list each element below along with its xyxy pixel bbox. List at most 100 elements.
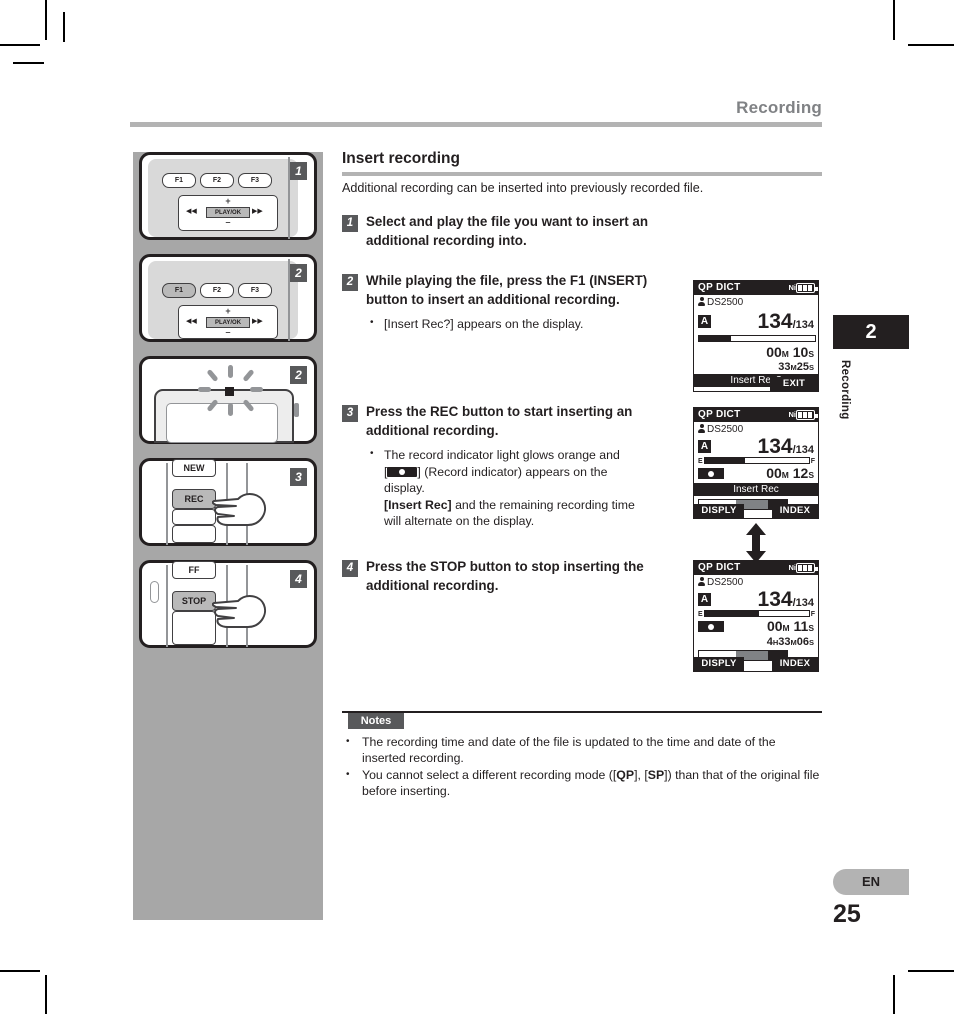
lcd-time-sub: 33M25S — [778, 360, 814, 375]
battery-indicator: Ni — [788, 283, 818, 294]
device-rail-left — [166, 565, 168, 647]
lcd-screen-3: QP DICT Ni DS2500 A 134/134 E F 00M 11S … — [693, 560, 819, 672]
record-indicator-glyph — [387, 466, 418, 477]
step-2: 2 While playing the file, press the F1 (… — [342, 272, 682, 333]
mode-qp-label: QP — [616, 768, 635, 782]
volume-plus-label: + — [225, 196, 231, 206]
notes-rule — [342, 711, 822, 713]
softkey-disply[interactable]: DISPLY — [694, 504, 744, 518]
step-bullet-text: [Insert Rec?] appears on the display. — [384, 317, 584, 331]
person-icon — [698, 297, 705, 306]
step-bullet: The record indicator light glows orange … — [366, 446, 682, 530]
file-total: /134 — [792, 444, 814, 456]
position-bar — [704, 610, 810, 617]
folder-badge: A — [698, 440, 711, 453]
lcd-softkey-row: DISPLY INDEX — [694, 504, 818, 518]
illustration-2-f1: F1 F2 F3 + PLAY/OK – ◀◀ ▶▶ 2 — [139, 254, 317, 342]
button-f1[interactable]: F1 — [162, 173, 196, 188]
file-current: 134 — [757, 588, 793, 611]
button-f2[interactable]: F2 — [200, 173, 234, 188]
button-ff[interactable]: FF — [172, 561, 216, 579]
crop-mark-tl-v — [45, 0, 47, 40]
position-bar-e-label: E — [698, 611, 703, 618]
time-sub-sec: 06 — [796, 636, 809, 648]
lcd-screen-2: QP DICT Ni DS2500 A 134/134 E F 00M 12S … — [693, 407, 819, 519]
language-tab: EN — [833, 869, 909, 895]
softkey-exit[interactable]: EXIT — [770, 377, 818, 391]
time-main-sec: 11 — [793, 618, 809, 634]
illustration-number: 4 — [290, 570, 307, 588]
button-blank-lower2[interactable] — [172, 525, 216, 543]
button-f2[interactable]: F2 — [200, 283, 234, 298]
time-main-min-unit: M — [781, 349, 789, 359]
insert-rec-label: [Insert Rec] — [384, 497, 452, 512]
battery-icon — [796, 410, 818, 420]
device-rail-left — [166, 463, 168, 545]
lcd-mode-label: QP DICT — [698, 562, 741, 573]
time-main-sec: 10 — [792, 344, 809, 360]
lcd-user-name: DS2500 — [707, 297, 744, 308]
crop-mark-tl-v2 — [63, 12, 65, 42]
lcd-message: Insert Rec — [694, 483, 818, 496]
notes-tag: Notes — [348, 713, 404, 729]
battery-type-label: Ni — [788, 563, 797, 572]
button-stop[interactable]: STOP — [172, 591, 216, 611]
button-rec[interactable]: REC — [172, 489, 216, 509]
crop-mark-tl-h2 — [13, 62, 44, 64]
position-bar-fill — [699, 336, 732, 341]
chapter-number-tab: 2 — [833, 315, 909, 349]
position-bar-f-label: F — [810, 611, 815, 618]
bullet-line-5: will alternate on the display. — [384, 514, 535, 528]
position-bar — [698, 335, 816, 342]
rewind-icon[interactable]: ◀◀ — [186, 207, 197, 215]
mode-sp-label: SP — [647, 768, 665, 782]
section-intro: Additional recording can be inserted int… — [342, 181, 704, 195]
position-bar-e-label: E — [698, 458, 703, 465]
lcd-time-main: 00M 12S — [766, 466, 814, 483]
step-3: 3 Press the REC button to start insertin… — [342, 403, 682, 530]
button-f1[interactable]: F1 — [162, 283, 196, 298]
battery-type-label: Ni — [788, 283, 797, 292]
file-current: 134 — [757, 310, 793, 333]
battery-icon — [796, 283, 818, 293]
time-sub-min: 33 — [778, 636, 791, 648]
time-sub-min: 33 — [778, 361, 791, 373]
lcd-file-number: 134/134 — [758, 311, 814, 336]
lcd-time-main: 00M 11S — [767, 619, 814, 636]
illustration-3-rec: NEW REC 3 — [139, 458, 317, 546]
time-sub-sec-unit: S — [808, 638, 814, 647]
button-blank-lower[interactable] — [172, 509, 216, 525]
rewind-icon[interactable]: ◀◀ — [186, 317, 197, 325]
softkey-index[interactable]: INDEX — [772, 504, 818, 518]
battery-indicator: Ni — [788, 410, 818, 421]
lcd-status-bar: QP DICT Ni — [694, 561, 818, 575]
bullet-line-1: The record indicator light glows orange … — [384, 448, 620, 462]
battery-type-label: Ni — [788, 410, 797, 419]
record-indicator-icon — [698, 621, 724, 632]
lcd-user-name: DS2500 — [707, 577, 744, 588]
button-new[interactable]: NEW — [172, 459, 216, 477]
softkey-disply[interactable]: DISPLY — [694, 657, 744, 671]
time-main-sec-unit: S — [808, 623, 814, 633]
crop-mark-tr-v — [893, 0, 895, 40]
step-1: 1 Select and play the file you want to i… — [342, 213, 682, 250]
step-heading: Press the REC button to start inserting … — [366, 404, 633, 438]
step-number: 1 — [342, 215, 358, 232]
illustration-2-record-indicator: 2 — [139, 356, 317, 444]
fast-forward-icon[interactable]: ▶▶ — [252, 207, 263, 215]
button-blank-lower[interactable] — [172, 611, 216, 645]
illustration-number: 2 — [290, 366, 307, 384]
button-f3[interactable]: F3 — [238, 173, 272, 188]
time-main-min-unit: M — [782, 623, 790, 633]
softkey-index[interactable]: INDEX — [772, 657, 818, 671]
note-2-part-c: ], [ — [634, 768, 648, 782]
step-heading: Select and play the file you want to ins… — [366, 214, 649, 248]
lcd-user-row: DS2500 — [698, 424, 743, 435]
button-f3[interactable]: F3 — [238, 283, 272, 298]
lcd-user-row: DS2500 — [698, 297, 743, 308]
lcd-mode-label: QP DICT — [698, 282, 741, 293]
person-icon — [698, 577, 705, 586]
device-side-button — [294, 403, 299, 417]
fast-forward-icon[interactable]: ▶▶ — [252, 317, 263, 325]
time-sub-sec: 25 — [796, 361, 809, 373]
